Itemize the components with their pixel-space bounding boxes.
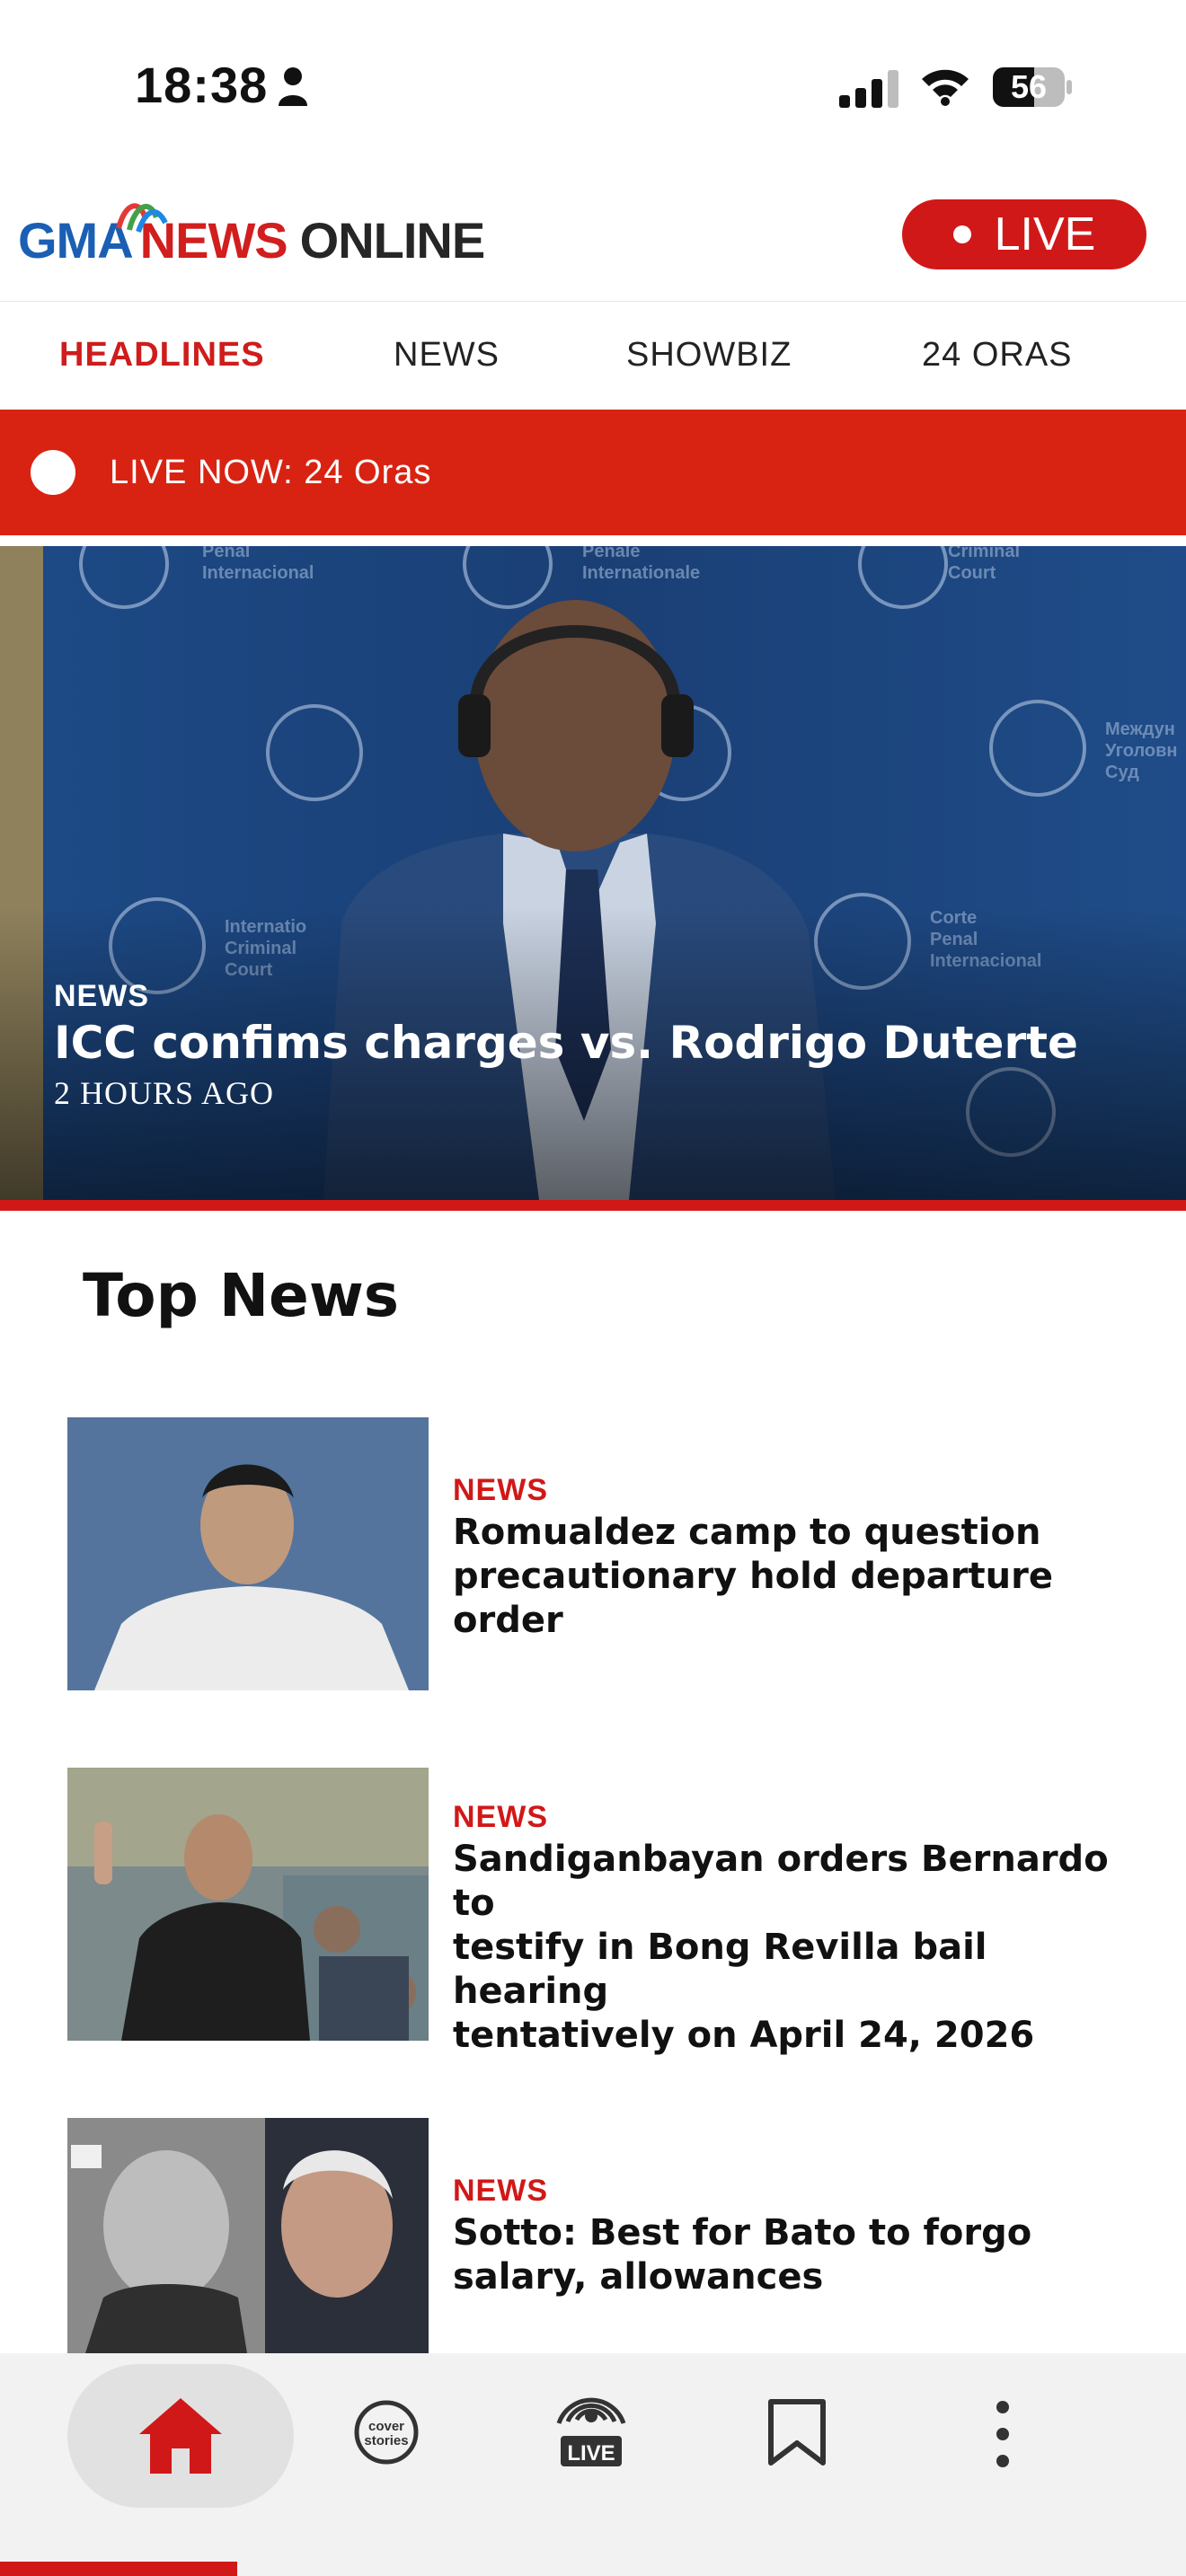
- nav-bookmarks-button[interactable]: [766, 2398, 828, 2470]
- news-list-item[interactable]: NEWS Sandiganbayan orders Bernardo to te…: [0, 1768, 1186, 2056]
- live-dot-icon: [952, 225, 971, 243]
- tab-24-oras[interactable]: 24 ORAS: [922, 336, 1073, 375]
- battery-level: 56: [1010, 68, 1048, 105]
- battery-indicator: 56: [992, 66, 1073, 108]
- news-thumbnail: [67, 1768, 429, 2041]
- app-header: GMA NEWS ONLINE LIVE: [0, 165, 1186, 302]
- hero-title: ICC confims charges vs. Rodrigo Duterte: [54, 1017, 1078, 1069]
- news-title-line: Sotto: Best for Bato to forgo: [453, 2212, 1032, 2254]
- news-category: NEWS: [453, 1800, 548, 1834]
- news-list-item[interactable]: NEWS Romualdez camp to question precauti…: [0, 1417, 1186, 1692]
- bookmark-icon: [768, 2399, 826, 2466]
- gma-news-logo[interactable]: GMA NEWS ONLINE: [18, 198, 486, 269]
- nav-cover-stories-button[interactable]: cover stories: [352, 2398, 420, 2470]
- more-vertical-icon: [996, 2401, 1009, 2467]
- news-category: NEWS: [453, 2174, 548, 2208]
- logo-rainbow-swirl-icon: [116, 203, 168, 234]
- hero-divider: [0, 1200, 1186, 1211]
- live-broadcast-icon: LIVE: [556, 2397, 626, 2466]
- news-list-item[interactable]: NEWS Sotto: Best for Bato to forgo salar…: [0, 2118, 1186, 2353]
- nav-home-button[interactable]: [67, 2364, 294, 2508]
- news-title-line: Sandiganbayan orders Bernardo to: [453, 1839, 1109, 1924]
- news-thumbnail: [67, 1417, 429, 1690]
- bottom-navigation: cover stories LIVE: [0, 2353, 1186, 2576]
- logo-online-text: ONLINE: [299, 212, 486, 269]
- person-icon: [279, 67, 307, 106]
- status-time: 18:38: [135, 57, 269, 113]
- wifi-icon: [922, 69, 969, 106]
- home-icon: [139, 2398, 222, 2474]
- category-tabs: HEADLINES NEWS SHOWBIZ 24 ORAS: [0, 302, 1186, 408]
- news-title-line: tentatively on April 24, 2026: [453, 2015, 1035, 2056]
- hero-story[interactable]: PenalInternacional PenaleInternationale …: [0, 546, 1186, 1200]
- news-title-line: Romualdez camp to question: [453, 1512, 1041, 1553]
- live-now-text: LIVE NOW: 24 Oras: [110, 453, 432, 491]
- live-now-banner[interactable]: LIVE NOW: 24 Oras: [0, 410, 1186, 535]
- tab-news[interactable]: NEWS: [394, 336, 500, 375]
- live-button[interactable]: LIVE: [902, 199, 1146, 269]
- news-title-line: precautionary hold departure order: [453, 1556, 1053, 1641]
- news-title-line: salary, allowances: [453, 2256, 824, 2298]
- status-bar: 18:38 56: [0, 0, 1186, 162]
- hero-category: NEWS: [54, 979, 149, 1013]
- cover-stories-icon: cover stories: [354, 2400, 419, 2465]
- news-title: Sandiganbayan orders Bernardo to testify…: [453, 1838, 1136, 2058]
- tab-showbiz[interactable]: SHOWBIZ: [626, 336, 792, 375]
- hero-timestamp: 2 HOURS AGO: [54, 1075, 275, 1111]
- nav-live-button[interactable]: LIVE: [555, 2396, 627, 2472]
- live-button-label: LIVE: [994, 208, 1096, 260]
- news-title-line: testify in Bong Revilla bail hearing: [453, 1927, 987, 2012]
- nav-more-button[interactable]: [985, 2398, 1021, 2474]
- live-indicator-icon: [31, 450, 75, 495]
- svg-text:stories: stories: [364, 2433, 408, 2448]
- news-title: Romualdez camp to question precautionary…: [453, 1511, 1136, 1643]
- news-title: Sotto: Best for Bato to forgo salary, al…: [453, 2211, 1136, 2299]
- home-indicator-bar: [0, 2562, 237, 2576]
- news-category: NEWS: [453, 1473, 548, 1507]
- cellular-signal-icon: [839, 70, 898, 108]
- svg-text:cover: cover: [368, 2419, 404, 2434]
- tab-headlines[interactable]: HEADLINES: [59, 336, 265, 375]
- svg-text:LIVE: LIVE: [567, 2441, 615, 2466]
- news-thumbnail: [67, 2118, 429, 2353]
- top-news-heading: Top News: [83, 1261, 400, 1330]
